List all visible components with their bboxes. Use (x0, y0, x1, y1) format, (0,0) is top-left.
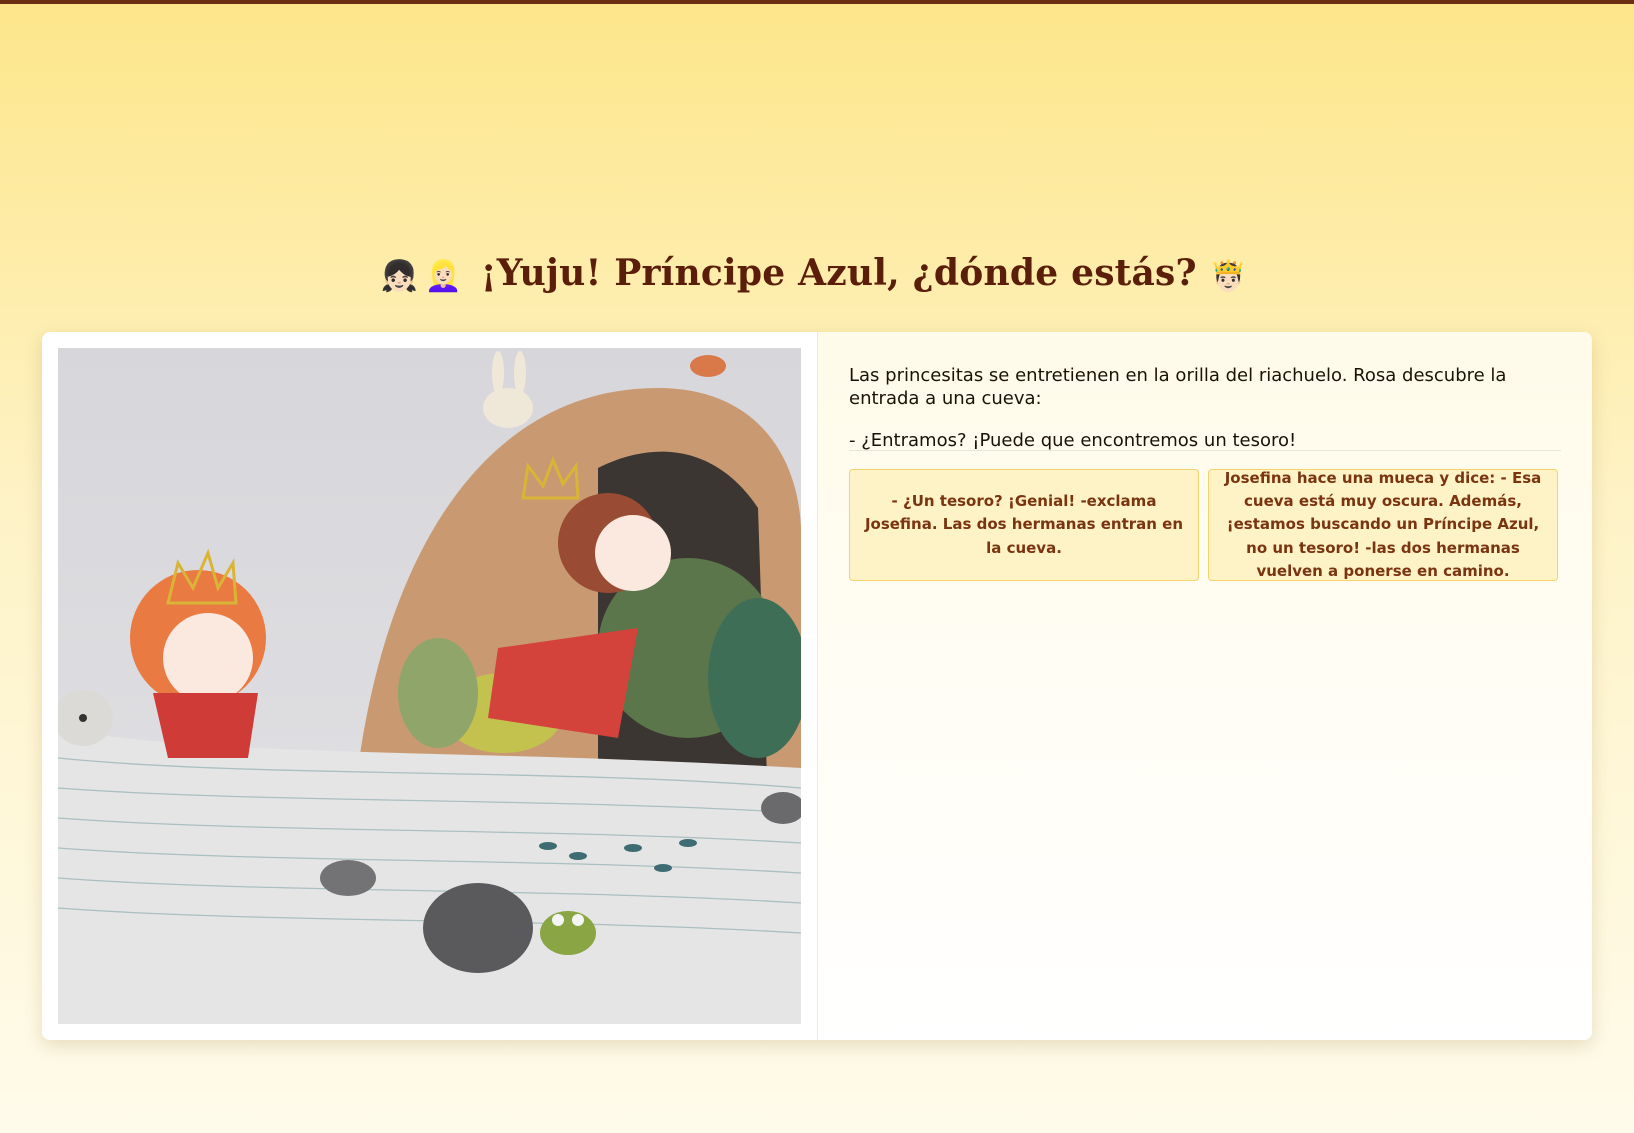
illustration-art (58, 348, 801, 1024)
page-title: 👧🏻 👱🏻‍♀️ ¡Yuju! Príncipe Azul, ¿dónde est… (0, 252, 1634, 294)
narration-paragraph: - ¿Entramos? ¡Puede que encontremos un t… (849, 429, 1297, 451)
story-narration: Las princesitas se entretienen en la ori… (849, 364, 1561, 470)
choice-label: - ¿Un tesoro? ¡Genial! -exclama Josefina… (864, 492, 1184, 557)
choice-button-continue-journey[interactable]: Josefina hace una mueca y dice: - Esa cu… (1208, 469, 1558, 581)
blonde-girl-emoji-icon: 👱🏻‍♀️ (424, 258, 463, 294)
top-border (0, 0, 1634, 4)
page-title-text: ¡Yuju! Príncipe Azul, ¿dónde estás? (480, 252, 1197, 294)
story-illustration (58, 348, 801, 1024)
narration-paragraph: Las princesitas se entretienen en la ori… (849, 365, 1507, 410)
prince-emoji-icon: 🤴🏻 (1209, 258, 1248, 294)
narration-separator (849, 450, 1561, 451)
story-card: Las princesitas se entretienen en la ori… (42, 332, 1592, 1040)
choice-label: Josefina hace una mueca y dice: - Esa cu… (1224, 468, 1542, 580)
girl-emoji-icon: 👧🏻 (380, 258, 419, 294)
story-text-panel: Las princesitas se entretienen en la ori… (818, 332, 1592, 1040)
choice-button-enter-cave[interactable]: - ¿Un tesoro? ¡Genial! -exclama Josefina… (849, 469, 1199, 581)
